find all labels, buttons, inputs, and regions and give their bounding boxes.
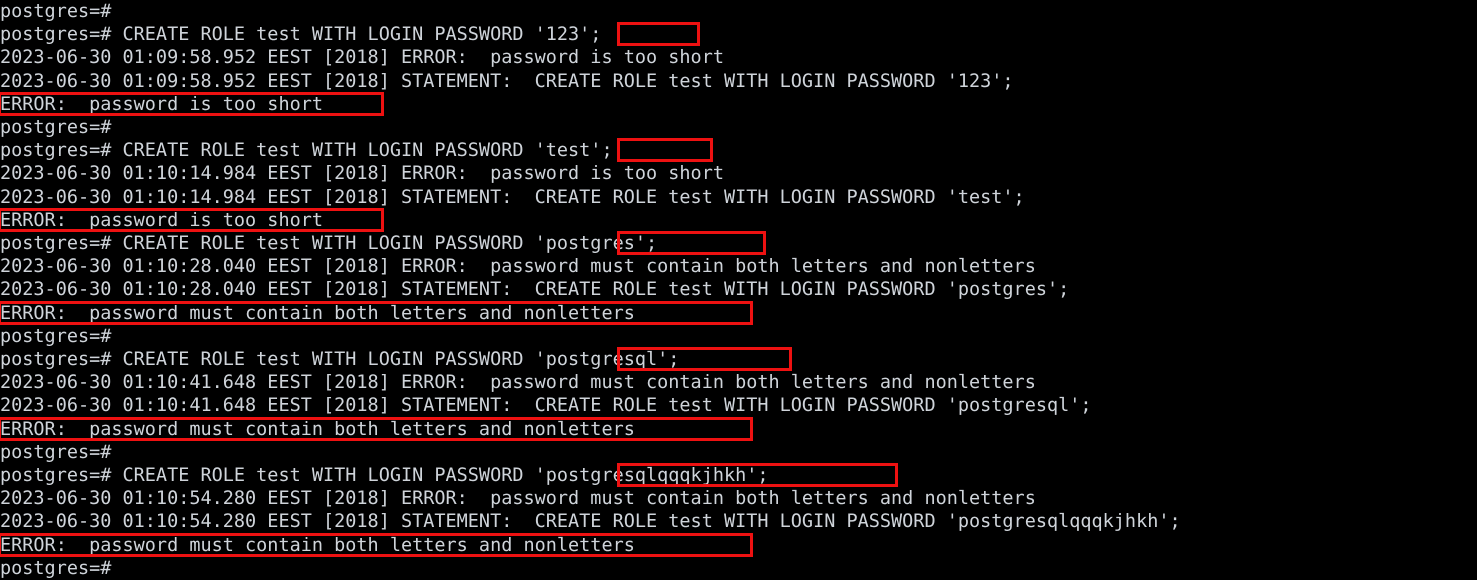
- terminal-line: 2023-06-30 01:09:58.952 EEST [2018] STAT…: [0, 70, 1014, 92]
- terminal-line: postgres=# CREATE ROLE test WITH LOGIN P…: [0, 233, 658, 254]
- highlight-box-password-literal-123: [616, 22, 700, 47]
- terminal-line: 2023-06-30 01:10:14.984 EEST [2018] STAT…: [0, 186, 1025, 208]
- terminal-line: postgres=#: [0, 325, 112, 347]
- terminal-line: postgres=#: [0, 117, 112, 138]
- terminal-line: ERROR: password must contain both letter…: [0, 534, 635, 556]
- terminal-line: ERROR: password is too short: [0, 93, 324, 115]
- terminal-line: 2023-06-30 01:10:54.280 EEST [2018] ERRO…: [0, 488, 1036, 510]
- highlight-box-password-literal-test: [616, 138, 714, 163]
- terminal-line: postgres=#: [0, 441, 112, 463]
- terminal-line: 2023-06-30 01:10:41.648 EEST [2018] ERRO…: [0, 372, 1036, 394]
- terminal-line: postgres=#: [0, 1, 112, 22]
- terminal-line: ERROR: password must contain both letter…: [0, 418, 635, 440]
- terminal-line: 2023-06-30 01:10:41.648 EEST [2018] STAT…: [0, 395, 1092, 417]
- terminal-line: postgres=# CREATE ROLE test WITH LOGIN P…: [0, 349, 680, 370]
- terminal-line: 2023-06-30 01:10:28.040 EEST [2018] STAT…: [0, 279, 1070, 301]
- terminal-line: 2023-06-30 01:10:28.040 EEST [2018] ERRO…: [0, 256, 1036, 278]
- terminal-line: postgres=# CREATE ROLE test WITH LOGIN P…: [0, 24, 602, 46]
- terminal-window[interactable]: postgres=# postgres=# CREATE ROLE test WI…: [0, 0, 1477, 580]
- terminal-line: ERROR: password is too short: [0, 209, 324, 231]
- terminal-line: postgres=# CREATE ROLE test WITH LOGIN P…: [0, 140, 613, 162]
- terminal-line: 2023-06-30 01:10:14.984 EEST [2018] ERRO…: [0, 163, 724, 185]
- terminal-line: postgres=# CREATE ROLE test WITH LOGIN P…: [0, 465, 769, 486]
- terminal-line: 2023-06-30 01:09:58.952 EEST [2018] ERRO…: [0, 47, 724, 69]
- terminal-line: 2023-06-30 01:10:54.280 EEST [2018] STAT…: [0, 511, 1181, 533]
- terminal-line: postgres=#: [0, 557, 112, 579]
- terminal-line: ERROR: password must contain both letter…: [0, 302, 635, 324]
